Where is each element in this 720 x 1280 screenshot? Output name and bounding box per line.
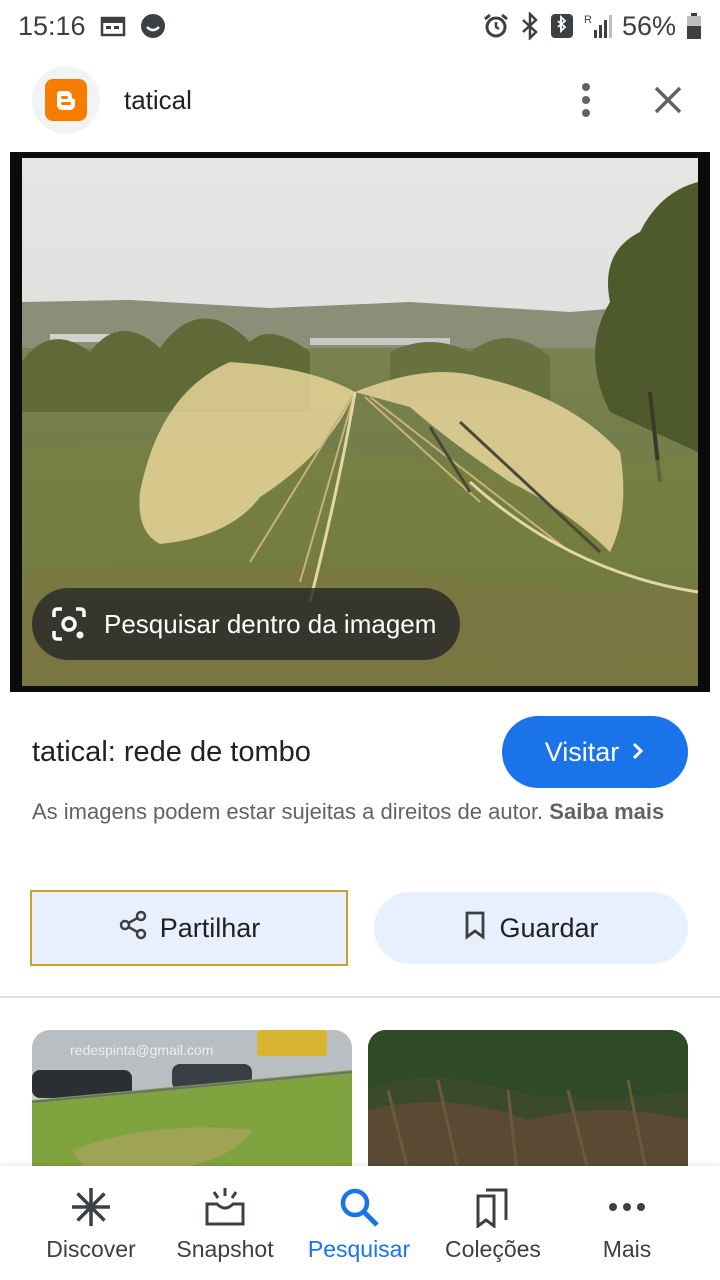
copyright-notice: As imagens podem estar sujeitas a direit…: [32, 796, 682, 828]
result-image[interactable]: Pesquisar dentro da imagem: [10, 152, 710, 692]
learn-more-link[interactable]: Saiba mais: [549, 799, 664, 824]
collections-icon: [472, 1184, 514, 1230]
lens-chip-label: Pesquisar dentro da imagem: [104, 608, 437, 639]
signal-icon: R: [584, 12, 612, 40]
nav-snapshot-label: Snapshot: [176, 1236, 274, 1262]
nav-collections[interactable]: Coleções: [426, 1166, 560, 1280]
more-horizontal-icon: [606, 1184, 648, 1230]
action-row: Partilhar Guardar: [30, 890, 688, 966]
watermark-text: redespinta@gmail.com: [70, 1042, 214, 1058]
share-button-inner: Partilhar: [34, 894, 344, 962]
status-bar: 15:16 R 56%: [0, 0, 720, 52]
nav-search[interactable]: Pesquisar: [292, 1166, 426, 1280]
share-icon: [118, 910, 148, 947]
nav-search-label: Pesquisar: [307, 1236, 411, 1262]
copyright-text: As imagens podem estar sujeitas a direit…: [32, 799, 544, 824]
chevron-right-icon: [631, 737, 645, 768]
snapshot-icon: [204, 1184, 246, 1230]
search-icon: [338, 1184, 380, 1230]
nav-more-label: Mais: [602, 1236, 652, 1262]
visit-button[interactable]: Visitar: [502, 716, 688, 788]
search-inside-image-button[interactable]: Pesquisar dentro da imagem: [32, 588, 461, 660]
nfc-icon: [550, 13, 574, 39]
lens-icon: [50, 605, 88, 643]
battery-icon: [686, 12, 702, 40]
nav-snapshot[interactable]: Snapshot: [158, 1166, 292, 1280]
nav-discover-label: Discover: [46, 1236, 136, 1262]
face-icon: [140, 13, 166, 39]
alarm-icon: [482, 12, 510, 40]
nav-discover[interactable]: Discover: [24, 1166, 158, 1280]
bookmark-icon: [463, 910, 487, 947]
nav-collections-label: Coleções: [445, 1236, 541, 1262]
share-button-label: Partilhar: [159, 912, 261, 943]
more-vertical-icon[interactable]: [566, 80, 606, 120]
close-icon[interactable]: [648, 80, 688, 120]
battery-percent: 56%: [621, 10, 676, 41]
visit-button-label: Visitar: [544, 736, 620, 767]
svg-text:R: R: [584, 14, 592, 26]
site-logo-container[interactable]: [32, 66, 100, 134]
save-button-label: Guardar: [499, 912, 599, 943]
related-image-1[interactable]: redespinta@gmail.com: [32, 1030, 352, 1180]
bluetooth-icon: [520, 12, 540, 40]
share-button[interactable]: Partilhar: [30, 890, 348, 966]
save-button[interactable]: Guardar: [374, 892, 688, 964]
result-title: tatical: rede de tombo: [32, 735, 311, 768]
section-divider: [0, 996, 720, 998]
nav-more[interactable]: Mais: [560, 1166, 694, 1280]
bottom-navigation: Discover Snapshot Pesquisar Coleções Mai…: [0, 1166, 720, 1280]
asterisk-icon: [70, 1184, 112, 1230]
blogger-logo-icon: [45, 79, 87, 121]
result-header: tatical: [0, 62, 720, 138]
related-image-2[interactable]: [368, 1030, 688, 1180]
calendar-icon: [100, 15, 126, 37]
result-title-row: tatical: rede de tombo Visitar: [32, 716, 688, 788]
status-time: 15:16: [18, 10, 86, 41]
site-name[interactable]: tatical: [124, 85, 192, 116]
